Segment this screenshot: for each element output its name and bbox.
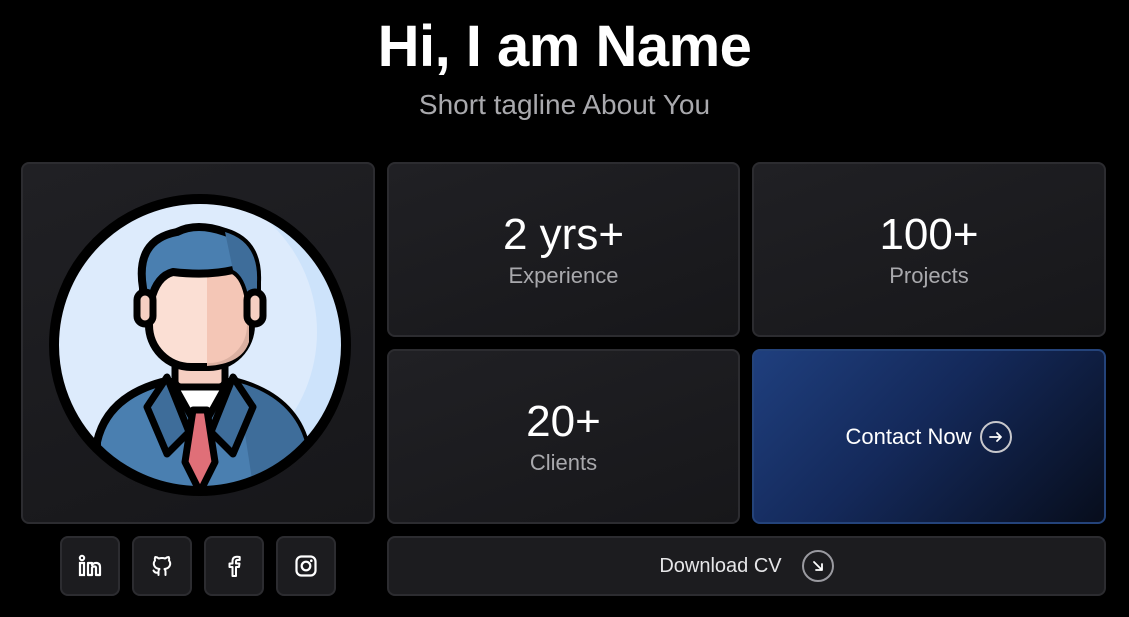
stat-value: 100+ [879,209,979,259]
contact-now-button[interactable]: Contact Now [752,349,1106,524]
stat-label: Experience [508,262,619,288]
stat-label: Clients [529,449,598,475]
stat-value: 2 yrs+ [502,209,625,259]
download-cv-button[interactable]: Download CV [387,536,1106,596]
github-icon [152,556,172,576]
instagram-button[interactable] [276,536,336,596]
contact-now-label: Contact Now [845,423,972,449]
businessman-avatar-icon [49,194,351,496]
page-title: Hi, I am Name [377,14,752,79]
instagram-icon [295,555,317,577]
linkedin-button[interactable] [60,536,120,596]
github-button[interactable] [132,536,192,596]
facebook-button[interactable] [204,536,264,596]
stat-label: Projects [889,262,969,288]
page-tagline: Short tagline About You [418,89,711,120]
linkedin-icon [78,554,102,577]
download-cv-label: Download CV [659,554,782,577]
arrow-down-right-icon [801,550,834,582]
arrow-right-icon [980,420,1013,453]
profile-card [21,162,375,524]
facebook-icon [228,555,241,577]
stat-value: 20+ [526,396,601,446]
stat-card-clients: 20+ Clients [387,349,740,524]
stat-card-projects: 100+ Projects [752,162,1106,337]
stat-card-experience: 2 yrs+ Experience [387,162,740,337]
